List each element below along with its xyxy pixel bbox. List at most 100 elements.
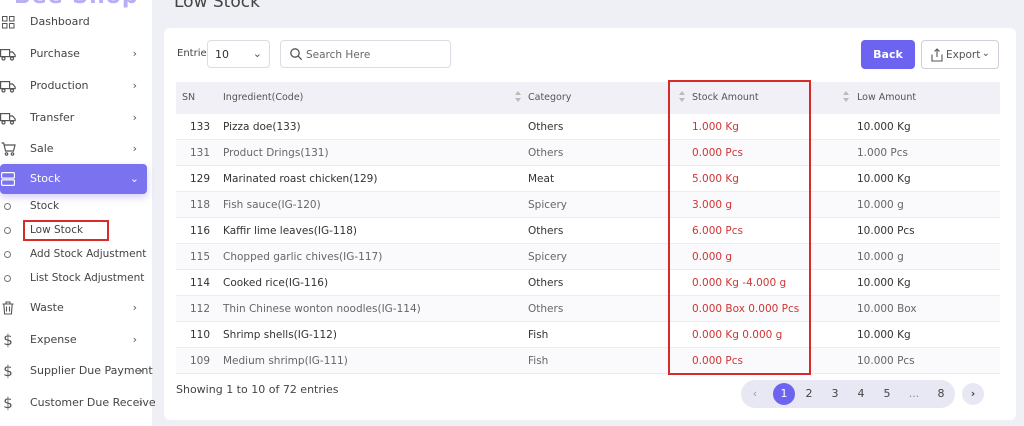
sidebar-item-label: Transfer	[30, 111, 75, 124]
cell-low-amount: 1.000 Pcs	[857, 147, 908, 159]
cell-category: Spicery	[528, 199, 568, 211]
cell-ingredient: Pizza doe(133)	[223, 121, 301, 133]
low-stock-highlight-box	[23, 220, 109, 241]
column-header-sn[interactable]: SN	[182, 92, 195, 103]
dollar-icon: $	[3, 362, 13, 380]
entries-value: 10	[215, 48, 229, 61]
search-input[interactable]	[306, 46, 446, 64]
cell-sn: 110	[190, 329, 211, 341]
cell-low-amount: 10.000 g	[857, 199, 904, 211]
sidebar-item-stock[interactable]: Stock ⌄	[0, 164, 147, 194]
cell-low-amount: 10.000 Pcs	[857, 225, 915, 237]
export-button[interactable]: Export ⌄	[921, 40, 999, 69]
sort-icon[interactable]	[515, 91, 523, 105]
page-button-3[interactable]: 3	[824, 383, 846, 405]
sidebar-item-customer-due-receive[interactable]: $ Customer Due Receive ›	[0, 388, 155, 418]
sidebar-item-waste[interactable]: Waste ›	[0, 293, 147, 323]
cell-category: Fish	[528, 355, 549, 367]
cell-low-amount: 10.000 Kg	[857, 329, 911, 341]
circle-icon	[4, 275, 11, 282]
sidebar-subitem-label: List Stock Adjustment	[30, 272, 145, 284]
truck-icon	[0, 46, 16, 62]
cell-ingredient: Kaffir lime leaves(IG-118)	[223, 225, 358, 237]
page-button-5[interactable]: 5	[876, 383, 898, 405]
page-button-4[interactable]: 4	[850, 383, 872, 405]
cell-category: Spicery	[528, 251, 568, 263]
cell-category: Meat	[528, 173, 555, 185]
cell-sn: 114	[190, 277, 211, 289]
sidebar-item-production[interactable]: Production ›	[0, 71, 147, 101]
cell-sn: 129	[190, 173, 211, 185]
sidebar-subitem-stock[interactable]: Stock	[0, 197, 150, 217]
page-button-8[interactable]: 8	[930, 383, 952, 405]
chevron-down-icon: ⌄	[252, 47, 262, 60]
sidebar-item-label: Stock	[30, 172, 61, 185]
table-row: 118 Fish sauce(IG-120) Spicery 3.000 g 1…	[176, 192, 1000, 218]
stock-icon	[0, 171, 16, 187]
cell-ingredient: Shrimp shells(IG-112)	[223, 329, 337, 341]
cell-low-amount: 10.000 g	[857, 251, 904, 263]
sidebar-subitem-add-stock-adjustment[interactable]: Add Stock Adjustment	[0, 245, 150, 265]
column-header-low-amount[interactable]: Low Amount	[857, 92, 916, 103]
table-row: 112 Thin Chinese wonton noodles(IG-114) …	[176, 296, 1000, 322]
page-button-2[interactable]: 2	[798, 383, 820, 405]
cell-sn: 112	[190, 303, 211, 315]
chevron-right-icon: ›	[132, 79, 137, 92]
chevron-right-icon: ›	[138, 364, 143, 377]
sidebar-item-label: Purchase	[30, 47, 80, 60]
page-button-1[interactable]: 1	[773, 383, 795, 405]
circle-icon	[4, 227, 11, 234]
table-row: 114 Cooked rice(IG-116) Others 0.000 Kg …	[176, 270, 1000, 296]
cell-category: Others	[528, 303, 564, 315]
sidebar-subitem-label: Stock	[30, 200, 60, 212]
chevron-right-icon: ›	[132, 111, 137, 124]
table-row: 109 Medium shrimp(IG-111) Fish 0.000 Pcs…	[176, 348, 1000, 374]
cell-low-amount: 10.000 Kg	[857, 277, 911, 289]
cell-category: Others	[528, 277, 564, 289]
sidebar-item-supplier-due-payment[interactable]: $ Supplier Due Payment ›	[0, 356, 152, 386]
cell-sn: 116	[190, 225, 211, 237]
sidebar-item-label: Production	[30, 79, 89, 92]
cell-low-amount: 10.000 Pcs	[857, 355, 915, 367]
sidebar-item-transfer[interactable]: Transfer ›	[0, 103, 147, 133]
dollar-icon: $	[3, 394, 13, 412]
cell-ingredient: Fish sauce(IG-120)	[223, 199, 321, 211]
search-box[interactable]	[280, 40, 451, 68]
dashboard-icon	[0, 14, 16, 30]
entries-info: Showing 1 to 10 of 72 entries	[176, 383, 339, 396]
circle-icon	[4, 251, 11, 258]
entries-select[interactable]: 10 ⌄	[207, 40, 270, 68]
back-button[interactable]: Back	[861, 40, 915, 69]
dollar-icon: $	[3, 331, 13, 349]
cell-sn: 133	[190, 121, 211, 133]
prev-page-button[interactable]: ‹	[744, 383, 766, 405]
cell-low-amount: 10.000 Kg	[857, 121, 911, 133]
column-header-ingredient[interactable]: Ingredient(Code)	[223, 92, 303, 103]
table-row: 129 Marinated roast chicken(129) Meat 5.…	[176, 166, 1000, 192]
sidebar-item-sale[interactable]: Sale ›	[0, 134, 147, 164]
sidebar-item-label: Waste	[30, 301, 64, 314]
chevron-down-icon: ⌄	[129, 172, 139, 185]
truck-icon	[0, 78, 16, 94]
table-row: 116 Kaffir lime leaves(IG-118) Others 6.…	[176, 218, 1000, 244]
next-page-button[interactable]: ›	[962, 383, 984, 405]
cell-sn: 131	[190, 147, 211, 159]
stock-amount-highlight-box	[668, 80, 811, 375]
sidebar-subitem-list-stock-adjustment[interactable]: List Stock Adjustment	[0, 269, 150, 289]
table-header: SN Ingredient(Code) Category Stock Amoun…	[176, 82, 1000, 114]
chevron-right-icon: ›	[132, 47, 137, 60]
cell-category: Others	[528, 121, 564, 133]
cell-ingredient: Marinated roast chicken(129)	[223, 173, 378, 185]
cell-category: Fish	[528, 329, 549, 341]
cell-ingredient: Chopped garlic chives(IG-117)	[223, 251, 383, 263]
sidebar-item-dashboard[interactable]: Dashboard	[0, 7, 147, 37]
sidebar-item-purchase[interactable]: Purchase ›	[0, 39, 147, 69]
column-header-category[interactable]: Category	[528, 92, 571, 103]
cell-category: Others	[528, 147, 564, 159]
sidebar-item-label: Dashboard	[30, 15, 90, 28]
table-row: 133 Pizza doe(133) Others 1.000 Kg 10.00…	[176, 114, 1000, 140]
chevron-right-icon: ›	[132, 333, 137, 346]
table-row: 110 Shrimp shells(IG-112) Fish 0.000 Kg …	[176, 322, 1000, 348]
sidebar-item-expense[interactable]: $ Expense ›	[0, 325, 147, 355]
sort-icon[interactable]	[843, 91, 851, 105]
